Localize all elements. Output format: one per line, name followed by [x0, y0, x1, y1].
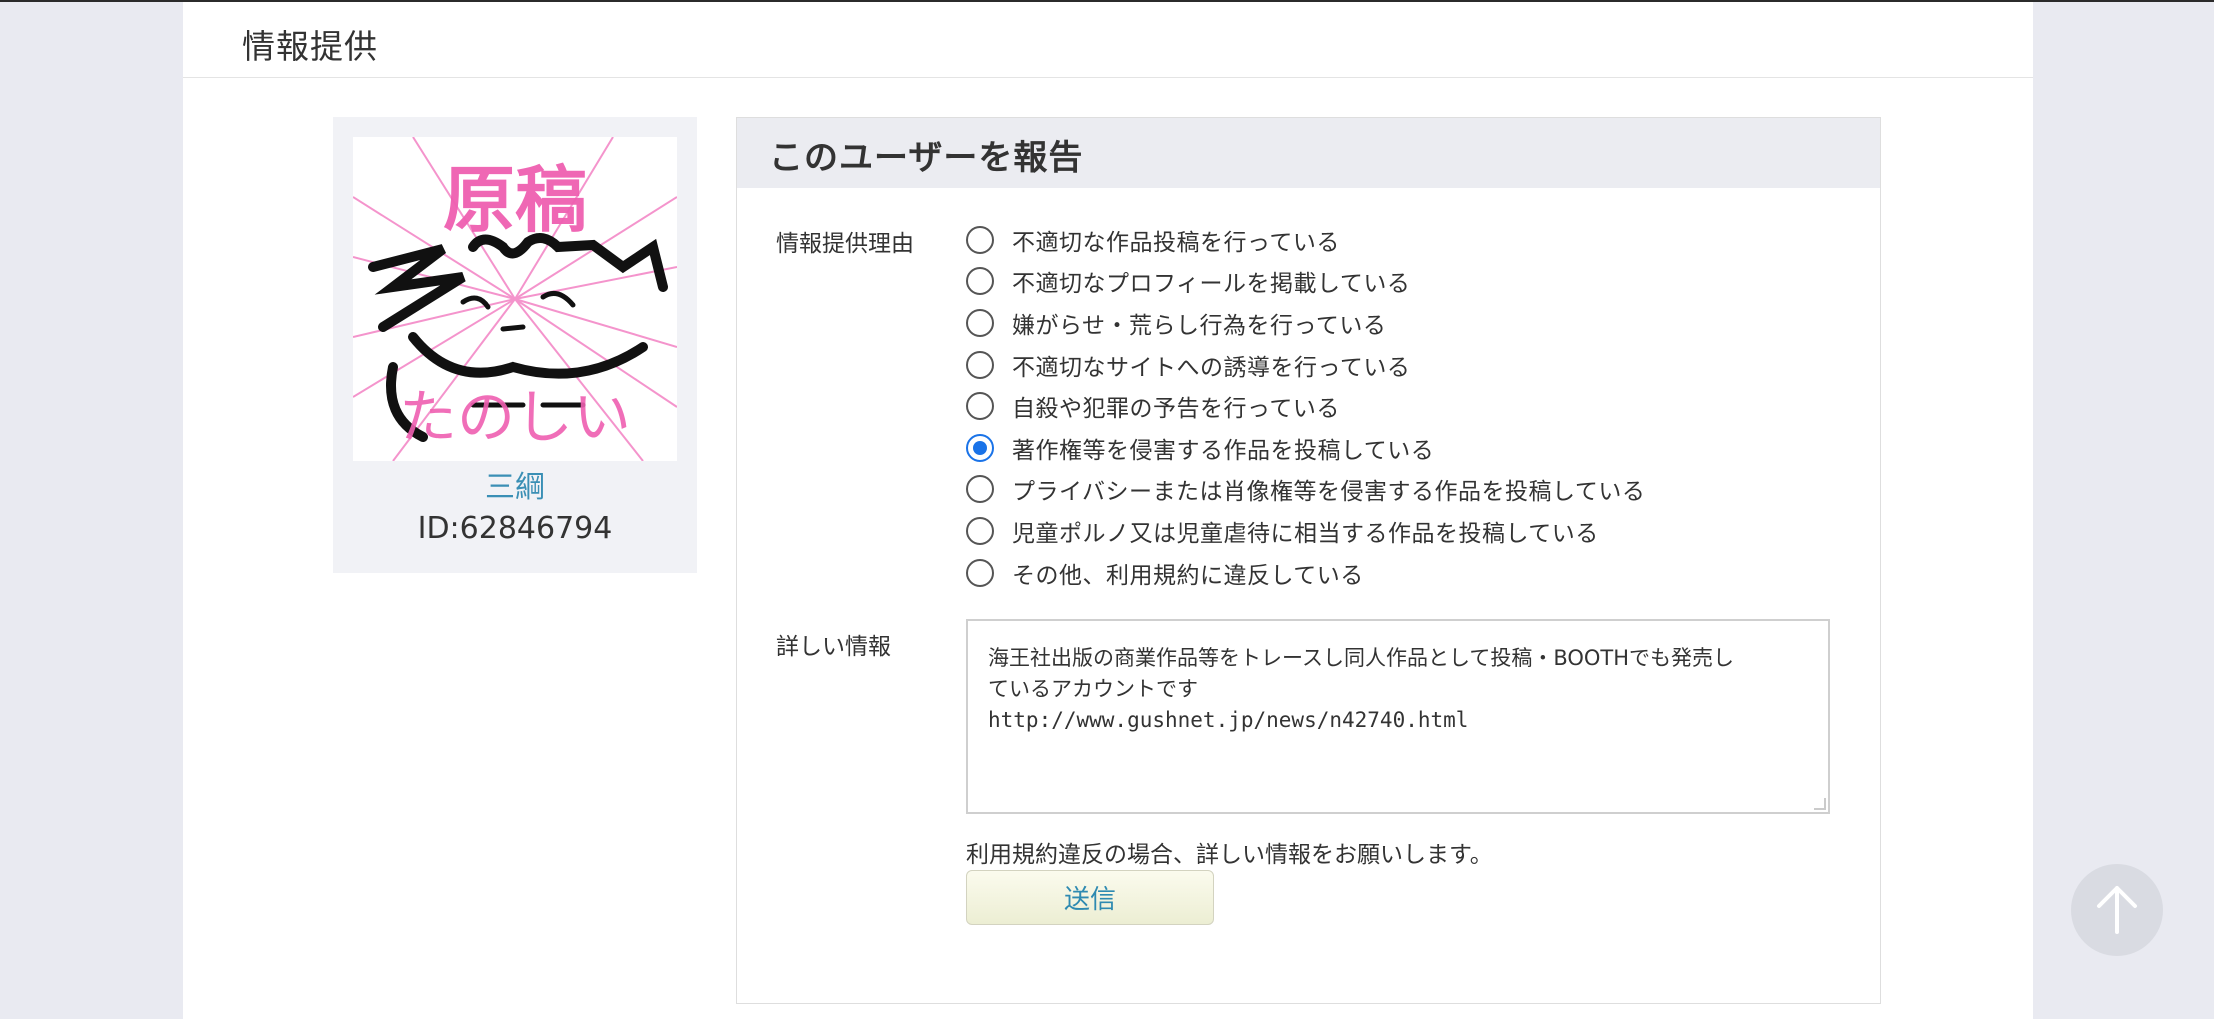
reason-option-label: 著作権等を侵害する作品を投稿している	[1012, 437, 1435, 464]
detail-label: 詳しい情報	[776, 634, 891, 660]
reason-label: 情報提供理由	[776, 231, 914, 257]
report-header: このユーザーを報告	[737, 118, 1880, 188]
reason-option[interactable]: プライバシーまたは肖像権等を侵害する作品を投稿している	[966, 469, 1645, 511]
page-title: 情報提供	[242, 27, 378, 66]
reason-option-label: 不適切なプロフィールを掲載している	[1012, 271, 1411, 298]
reason-option-label: プライバシーまたは肖像権等を侵害する作品を投稿している	[1012, 479, 1646, 506]
avatar-text-bottom: たのしい	[399, 383, 631, 451]
radio-button[interactable]	[966, 392, 994, 421]
reason-option[interactable]: 著作権等を侵害する作品を投稿している	[966, 427, 1645, 469]
submit-button[interactable]: 送信	[966, 870, 1214, 925]
avatar-illustration: 原稿 たのしい	[353, 137, 677, 461]
reason-option[interactable]: 不適切なサイトへの誘導を行っている	[966, 344, 1645, 386]
radio-button[interactable]	[966, 433, 994, 462]
report-form: このユーザーを報告 情報提供理由 不適切な作品投稿を行っている 不適切なプロフィ…	[736, 117, 1881, 1004]
reason-option-label: 自殺や犯罪の予告を行っている	[1012, 396, 1340, 423]
reason-option-label: 嫌がらせ・荒らし行為を行っている	[1012, 312, 1387, 339]
page-container: 情報提供 原稿 たのしい 三綱 ID:62846794 このユーザーを報告 情報…	[183, 2, 2033, 1019]
resize-handle-icon[interactable]	[1814, 798, 1826, 810]
scroll-to-top-button[interactable]	[2071, 864, 2163, 956]
radio-button[interactable]	[966, 225, 994, 254]
radio-button[interactable]	[966, 558, 994, 587]
reason-option[interactable]: 児童ポルノ又は児童虐待に相当する作品を投稿している	[966, 510, 1645, 552]
reason-option-label: 不適切な作品投稿を行っている	[1012, 229, 1340, 256]
reason-option[interactable]: 嫌がらせ・荒らし行為を行っている	[966, 302, 1645, 344]
reason-list: 不適切な作品投稿を行っている 不適切なプロフィールを掲載している 嫌がらせ・荒ら…	[966, 219, 1645, 593]
radio-button[interactable]	[966, 475, 994, 504]
user-name-link[interactable]: 三綱	[333, 462, 697, 506]
user-id: ID:62846794	[417, 511, 613, 546]
detail-text-line: http://www.gushnet.jp/news/n42740.html	[988, 708, 1469, 732]
user-card: 原稿 たのしい 三綱 ID:62846794	[333, 117, 697, 573]
reason-option[interactable]: 不適切なプロフィールを掲載している	[966, 261, 1645, 303]
user-avatar[interactable]: 原稿 たのしい	[353, 137, 677, 461]
detail-textarea[interactable]: 海王社出版の商業作品等をトレースし同人作品として投稿・BOOTHでも発売し てい…	[966, 619, 1830, 814]
reason-option-label: 不適切なサイトへの誘導を行っている	[1012, 354, 1411, 381]
radio-button[interactable]	[966, 350, 994, 379]
reason-option-label: 児童ポルノ又は児童虐待に相当する作品を投稿している	[1012, 520, 1599, 547]
detail-text-line: ているアカウントです	[988, 677, 1198, 701]
page-header: 情報提供	[183, 2, 2033, 78]
report-title: このユーザーを報告	[769, 138, 1084, 178]
avatar-text-top: 原稿	[443, 158, 587, 242]
detail-text-line: 海王社出版の商業作品等をトレースし同人作品として投稿・BOOTHでも発売し	[988, 646, 1735, 670]
radio-button[interactable]	[966, 267, 994, 296]
radio-button[interactable]	[966, 308, 994, 337]
arrow-up-icon	[2097, 886, 2137, 934]
reason-option-label: その他、利用規約に違反している	[1012, 562, 1364, 589]
reason-option[interactable]: 自殺や犯罪の予告を行っている	[966, 385, 1645, 427]
reason-option[interactable]: 不適切な作品投稿を行っている	[966, 219, 1645, 261]
radio-button[interactable]	[966, 516, 994, 545]
reason-option[interactable]: その他、利用規約に違反している	[966, 552, 1645, 594]
detail-hint: 利用規約違反の場合、詳しい情報をお願いします。	[966, 842, 1493, 868]
